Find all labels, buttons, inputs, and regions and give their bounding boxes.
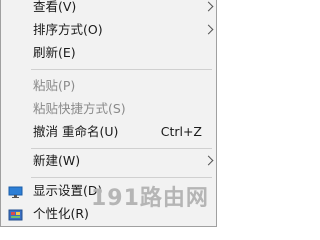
context-menu: 查看(V) 排序方式(O) 刷新(E) 粘贴(P) 粘贴快捷方式(S) 撤消 重… bbox=[0, 0, 217, 227]
menu-item-undo-rename[interactable]: 撤消 重命名(U) Ctrl+Z bbox=[1, 121, 216, 143]
menu-item-paste-shortcut: 粘贴快捷方式(S) bbox=[1, 98, 216, 120]
menu-item-refresh[interactable]: 刷新(E) bbox=[1, 42, 216, 64]
menu-separator bbox=[31, 148, 212, 149]
menu-item-display-settings[interactable]: 显示设置(D) bbox=[1, 180, 216, 202]
menu-item-personalize-label: 个性化(R) bbox=[33, 206, 89, 221]
menu-item-sort-by[interactable]: 排序方式(O) bbox=[1, 19, 216, 41]
monitor-icon bbox=[8, 184, 23, 198]
menu-separator bbox=[31, 177, 212, 178]
menu-item-new[interactable]: 新建(W) bbox=[1, 150, 216, 172]
menu-item-refresh-label: 刷新(E) bbox=[33, 45, 76, 60]
menu-item-view[interactable]: 查看(V) bbox=[1, 0, 216, 18]
menu-item-undo-rename-label: 撤消 重命名(U) bbox=[33, 124, 119, 139]
personalize-icon bbox=[8, 207, 23, 221]
menu-item-undo-shortcut: Ctrl+Z bbox=[160, 124, 202, 139]
menu-item-paste-shortcut-label: 粘贴快捷方式(S) bbox=[33, 101, 126, 116]
chevron-right-icon bbox=[203, 1, 214, 12]
menu-item-paste: 粘贴(P) bbox=[1, 75, 216, 97]
menu-item-display-settings-label: 显示设置(D) bbox=[33, 183, 103, 198]
menu-separator bbox=[31, 69, 212, 70]
menu-item-new-label: 新建(W) bbox=[33, 153, 81, 168]
menu-item-paste-label: 粘贴(P) bbox=[33, 78, 76, 93]
chevron-right-icon bbox=[203, 155, 214, 166]
menu-item-sort-by-label: 排序方式(O) bbox=[33, 22, 103, 37]
menu-item-view-label: 查看(V) bbox=[33, 0, 77, 14]
menu-item-personalize[interactable]: 个性化(R) bbox=[1, 203, 216, 225]
chevron-right-icon bbox=[203, 24, 214, 35]
